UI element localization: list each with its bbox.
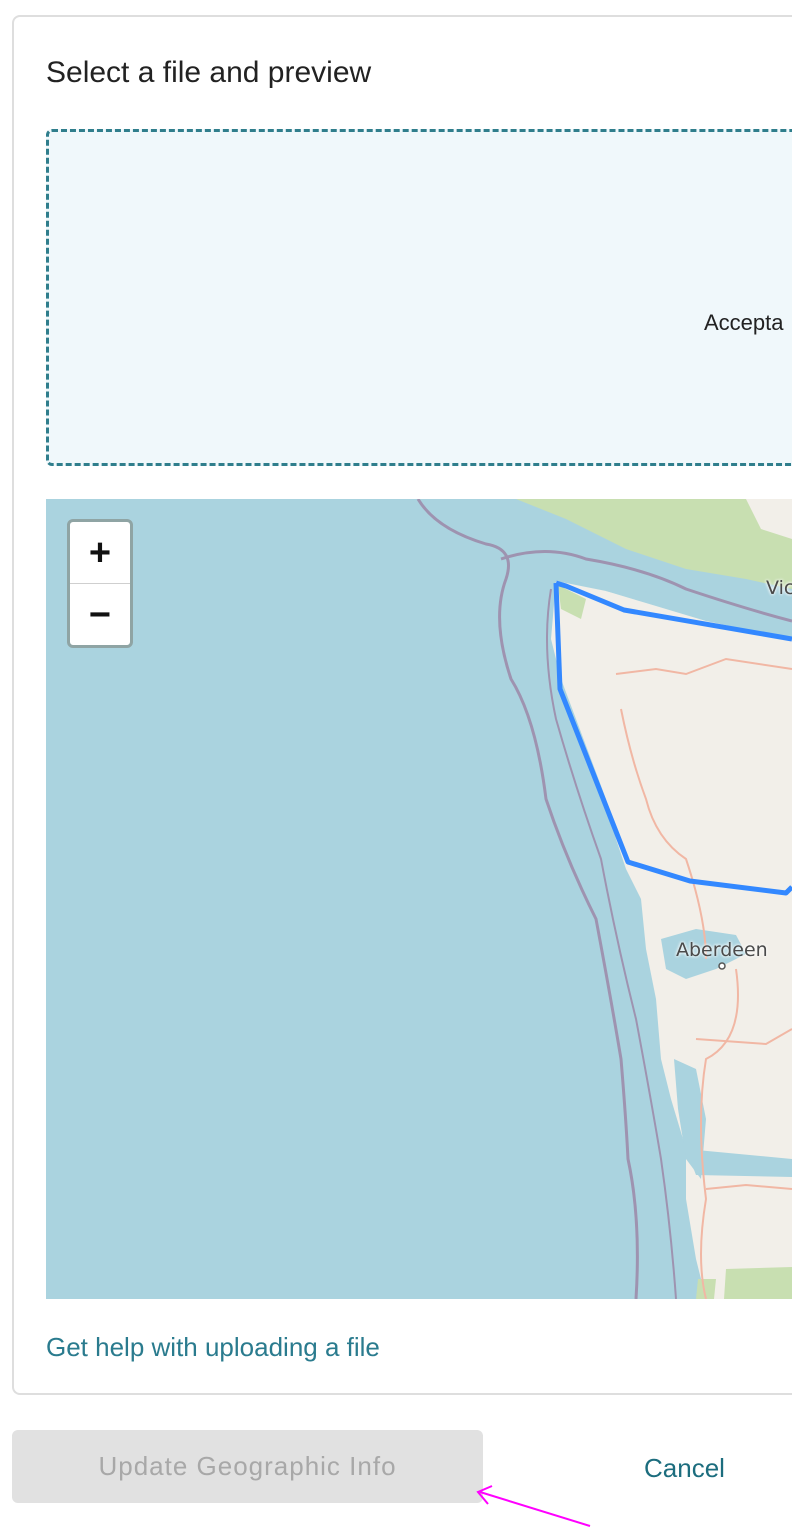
map-label-aberdeen: Aberdeen [676,939,768,961]
park-south [724,1267,792,1299]
page-title: Select a file and preview [46,56,372,89]
aberdeen-dot [718,962,726,970]
update-geographic-info-button[interactable]: Update Geographic Info [12,1430,483,1503]
zoom-out-button[interactable]: − [70,584,130,645]
file-dropzone[interactable]: Accepta [46,129,792,466]
pointer-arrow-icon [476,1485,591,1527]
zoom-control: + − [67,519,133,648]
cancel-button[interactable]: Cancel [644,1453,725,1484]
map-preview[interactable]: + − Vic Aberdeen [46,499,792,1299]
map-tiles [416,499,792,1299]
help-upload-link[interactable]: Get help with uploading a file [46,1332,380,1363]
map-label-victoria: Vic [766,577,792,599]
zoom-in-button[interactable]: + [70,522,130,583]
dropzone-text: Accepta [704,310,784,335]
